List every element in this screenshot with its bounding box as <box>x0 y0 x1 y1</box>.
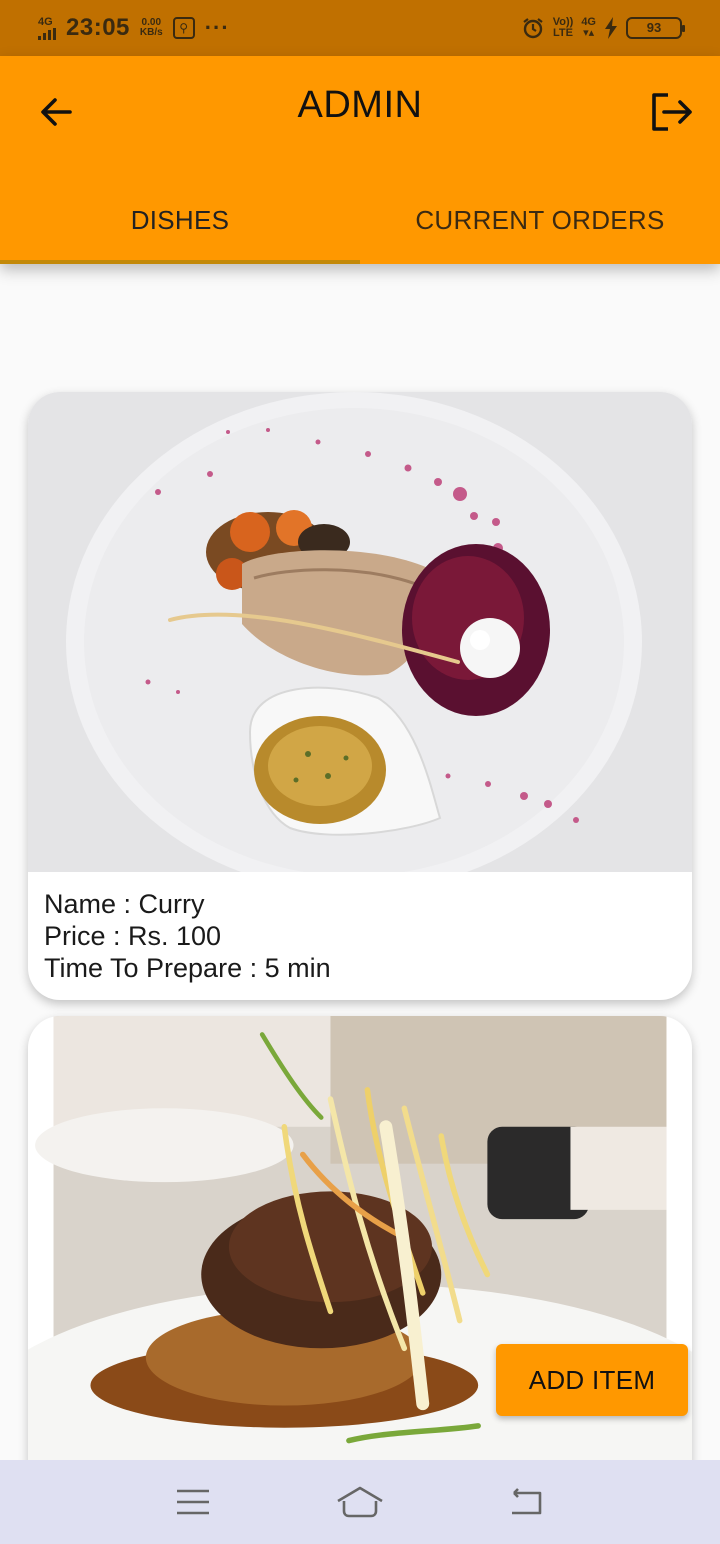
battery-level: 93 <box>646 20 662 35</box>
signal-indicator: 4G <box>38 15 56 40</box>
logout-button[interactable] <box>648 90 696 134</box>
nav-back-button[interactable] <box>497 1477 557 1527</box>
volte-bottom-label: LTE <box>553 27 573 39</box>
network-right-indicator: 4G ▾▴ <box>581 17 596 39</box>
tab-dishes[interactable]: DISHES <box>0 176 360 264</box>
dish-list[interactable]: Name : Curry Price : Rs. 100 Time To Pre… <box>0 264 720 1460</box>
charging-bolt-icon <box>605 17 617 39</box>
network-type-label: 4G <box>38 15 53 28</box>
logout-icon <box>652 93 692 131</box>
status-bar: 4G 23:05 0.00 KB/s ⚲ ··· Vo)) LTE 4G ▾▴ … <box>0 0 720 56</box>
clock: 23:05 <box>66 14 130 41</box>
dish-info: Name : Curry Price : Rs. 100 Time To Pre… <box>28 872 692 984</box>
status-right: Vo)) LTE 4G ▾▴ 93 <box>521 16 685 40</box>
dish-card[interactable]: Name : Curry Price : Rs. 100 Time To Pre… <box>28 392 692 1000</box>
status-left: 4G 23:05 0.00 KB/s ⚲ ··· <box>38 14 230 42</box>
tab-bar: DISHES CURRENT ORDERS <box>0 176 720 264</box>
page-title: ADMIN <box>297 84 423 126</box>
usb-debug-icon: ⚲ <box>172 17 195 39</box>
more-notifications-icon: ··· <box>204 15 230 40</box>
battery-icon: 93 <box>626 17 685 39</box>
menu-icon <box>177 1489 210 1515</box>
signal-bars-icon <box>38 27 56 40</box>
system-nav-bar <box>0 1460 720 1544</box>
app-bar: ADMIN DISHES CURRENT ORDERS <box>0 56 720 264</box>
data-speed-unit: KB/s <box>139 27 163 38</box>
nav-menu-button[interactable] <box>163 1477 223 1527</box>
volte-indicator: Vo)) LTE <box>553 17 574 39</box>
alarm-icon <box>523 18 543 39</box>
add-item-button[interactable]: ADD ITEM <box>496 1344 688 1416</box>
data-arrows-icon: ▾▴ <box>583 27 595 39</box>
home-icon <box>337 1486 383 1518</box>
plated-dish-image <box>28 392 692 872</box>
tab-current-orders[interactable]: CURRENT ORDERS <box>360 176 720 264</box>
back-nav-icon <box>511 1488 541 1515</box>
dish-price: Price : Rs. 100 <box>44 921 222 951</box>
nav-home-button[interactable] <box>330 1477 390 1527</box>
dish-name: Name : Curry <box>44 889 205 919</box>
app-root: 4G 23:05 0.00 KB/s ⚲ ··· Vo)) LTE 4G ▾▴ … <box>0 0 720 1544</box>
data-speed: 0.00 KB/s <box>140 18 163 38</box>
dish-prep-time: Time To Prepare : 5 min <box>44 953 331 983</box>
